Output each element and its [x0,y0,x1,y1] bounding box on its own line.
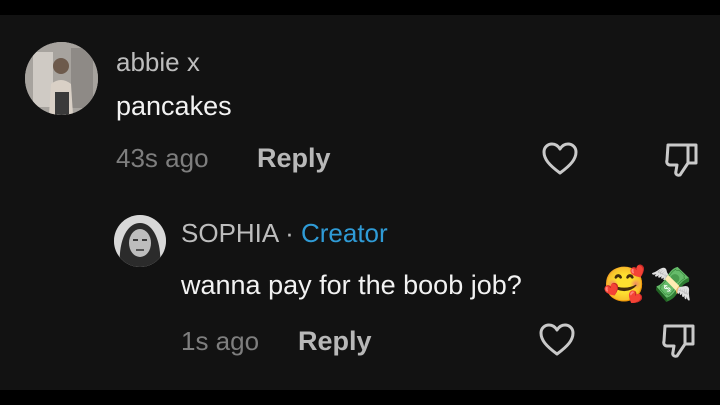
avatar-photo [114,215,166,267]
dislike-button[interactable] [661,322,697,360]
dislike-button[interactable] [664,141,700,179]
reply-button[interactable]: Reply [257,143,331,173]
heart-icon [539,323,575,356]
reply-button[interactable]: Reply [298,326,372,356]
like-button[interactable] [541,141,579,177]
money-wings-emoji: 💸 [650,265,693,305]
comment-author[interactable]: abbie x [116,47,200,77]
avatar[interactable] [25,42,98,115]
comment-text: pancakes [116,91,232,121]
comment-author[interactable]: SOPHIA [181,218,278,248]
comment-text: wanna pay for the boob job? [181,270,522,300]
heart-icon [542,142,578,175]
comment-timestamp: 43s ago [116,143,209,173]
avatar-photo [25,42,98,115]
thumbs-down-icon [665,143,698,177]
comment-author-line: SOPHIA · Creator [181,218,388,248]
thumbs-down-icon [662,324,695,358]
avatar[interactable] [114,215,166,267]
comments-panel: abbie x pancakes 43s ago Reply SOPHIA · … [0,15,720,390]
smiling-hearts-emoji: 🥰 [603,265,646,305]
comment-timestamp: 1s ago [181,326,260,356]
separator-dot: · [285,218,294,248]
creator-badge: Creator [300,218,388,248]
like-button[interactable] [538,322,576,358]
